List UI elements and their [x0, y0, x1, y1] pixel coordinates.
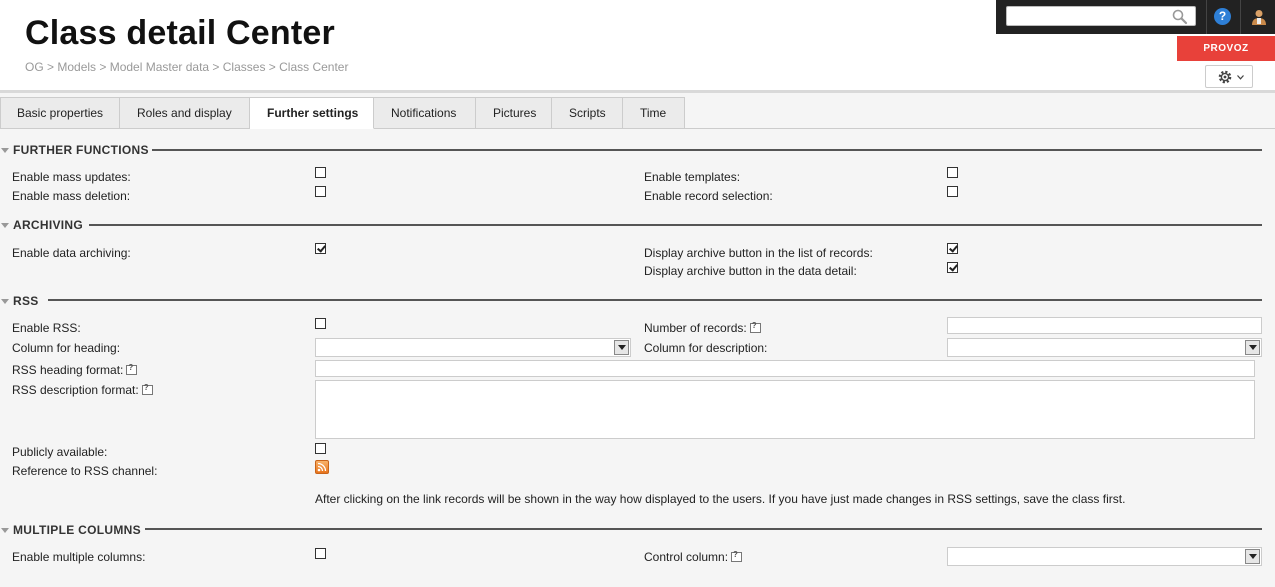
tab-bar: Basic properties Roles and display Furth…: [0, 97, 685, 129]
header-divider: [0, 90, 1275, 93]
control-column-text: Control column:: [644, 550, 729, 564]
enable-mass-updates-label: Enable mass updates:: [12, 170, 131, 184]
section-rss-toggle[interactable]: RSS: [0, 294, 39, 308]
section-title: RSS: [13, 294, 39, 308]
column-for-description-label: Column for description:: [644, 341, 768, 355]
archive-button-list-label: Display archive button in the list of re…: [644, 246, 873, 260]
control-column-select[interactable]: [947, 547, 1262, 566]
help-icon[interactable]: ?: [1214, 8, 1231, 25]
tab-pictures[interactable]: Pictures: [476, 97, 552, 129]
reference-to-rss-channel-label: Reference to RSS channel:: [12, 464, 158, 478]
page-title: Class detail Center: [25, 14, 335, 52]
environment-badge[interactable]: PROVOZ: [1177, 36, 1275, 61]
archive-button-detail-label: Display archive button in the data detai…: [644, 264, 857, 278]
chevron-down-icon: [1245, 549, 1260, 564]
number-of-records-text: Number of records:: [644, 321, 747, 335]
tab-time[interactable]: Time: [623, 97, 685, 129]
help-tooltip-icon[interactable]: [731, 550, 743, 562]
enable-mass-updates-checkbox[interactable]: [315, 167, 326, 178]
collapse-triangle-icon: [1, 298, 9, 304]
settings-dropdown-button[interactable]: [1205, 65, 1253, 88]
rss-heading-format-label: RSS heading format:: [12, 363, 138, 377]
tab-roles-and-display[interactable]: Roles and display: [120, 97, 250, 129]
help-tooltip-icon[interactable]: [141, 383, 153, 395]
column-for-heading-select[interactable]: [315, 338, 631, 357]
archive-button-list-checkbox[interactable]: [947, 243, 958, 254]
enable-rss-checkbox[interactable]: [315, 318, 326, 329]
collapse-triangle-icon: [1, 147, 9, 153]
column-for-heading-label: Column for heading:: [12, 341, 121, 355]
rss-link-note: After clicking on the link records will …: [315, 492, 1126, 506]
search-input[interactable]: [1006, 6, 1196, 26]
control-column-label: Control column:: [644, 550, 743, 564]
publicly-available-label: Publicly available:: [12, 445, 108, 459]
enable-templates-checkbox[interactable]: [947, 167, 958, 178]
section-further-functions-toggle[interactable]: FURTHER FUNCTIONS: [0, 143, 149, 157]
publicly-available-checkbox[interactable]: [315, 443, 326, 454]
section-title: ARCHIVING: [13, 218, 84, 232]
rss-description-format-text: RSS description format:: [12, 383, 139, 397]
rss-heading-format-input[interactable]: [315, 360, 1255, 377]
rss-heading-format-text: RSS heading format:: [12, 363, 124, 377]
chevron-down-icon: [614, 340, 629, 355]
collapse-triangle-icon: [1, 527, 9, 533]
rss-description-format-label: RSS description format:: [12, 383, 153, 397]
enable-record-selection-label: Enable record selection:: [644, 189, 773, 203]
enable-mass-deletion-checkbox[interactable]: [315, 186, 326, 197]
toolbar-divider: [1240, 0, 1241, 34]
breadcrumb[interactable]: OG > Models > Model Master data > Classe…: [25, 60, 348, 74]
toolbar-divider: [1206, 0, 1207, 34]
section-title: MULTIPLE COLUMNS: [13, 523, 141, 537]
help-tooltip-icon[interactable]: [126, 363, 138, 375]
section-divider: [48, 299, 1262, 301]
number-of-records-label: Number of records:: [644, 321, 761, 335]
section-divider: [145, 528, 1262, 530]
section-divider: [89, 224, 1262, 226]
tab-scripts[interactable]: Scripts: [552, 97, 623, 129]
archive-button-detail-checkbox[interactable]: [947, 262, 958, 273]
section-multiple-columns-toggle[interactable]: MULTIPLE COLUMNS: [0, 523, 141, 537]
rss-description-format-textarea[interactable]: [315, 380, 1255, 439]
user-icon[interactable]: [1250, 8, 1268, 26]
gear-icon: [1218, 70, 1232, 84]
tab-notifications[interactable]: Notifications: [374, 97, 476, 129]
chevron-down-icon: [1245, 340, 1260, 355]
column-for-description-select[interactable]: [947, 338, 1262, 357]
section-title: FURTHER FUNCTIONS: [13, 143, 149, 157]
enable-record-selection-checkbox[interactable]: [947, 186, 958, 197]
tab-basic-properties[interactable]: Basic properties: [0, 97, 120, 129]
search-icon[interactable]: [1172, 9, 1188, 25]
chevron-down-icon: [1237, 75, 1244, 80]
enable-templates-label: Enable templates:: [644, 170, 741, 184]
help-tooltip-icon[interactable]: [749, 321, 761, 333]
enable-multiple-columns-checkbox[interactable]: [315, 548, 326, 559]
enable-multiple-columns-label: Enable multiple columns:: [12, 550, 146, 564]
enable-data-archiving-checkbox[interactable]: [315, 243, 326, 254]
collapse-triangle-icon: [1, 222, 9, 228]
section-divider: [152, 149, 1262, 151]
enable-data-archiving-label: Enable data archiving:: [12, 246, 131, 260]
number-of-records-input[interactable]: [947, 317, 1262, 334]
rss-feed-icon[interactable]: [315, 460, 329, 474]
enable-mass-deletion-label: Enable mass deletion:: [12, 189, 131, 203]
tab-bar-divider: [374, 128, 1275, 129]
enable-rss-label: Enable RSS:: [12, 321, 81, 335]
tab-further-settings[interactable]: Further settings: [250, 97, 374, 129]
section-archiving-toggle[interactable]: ARCHIVING: [0, 218, 83, 232]
